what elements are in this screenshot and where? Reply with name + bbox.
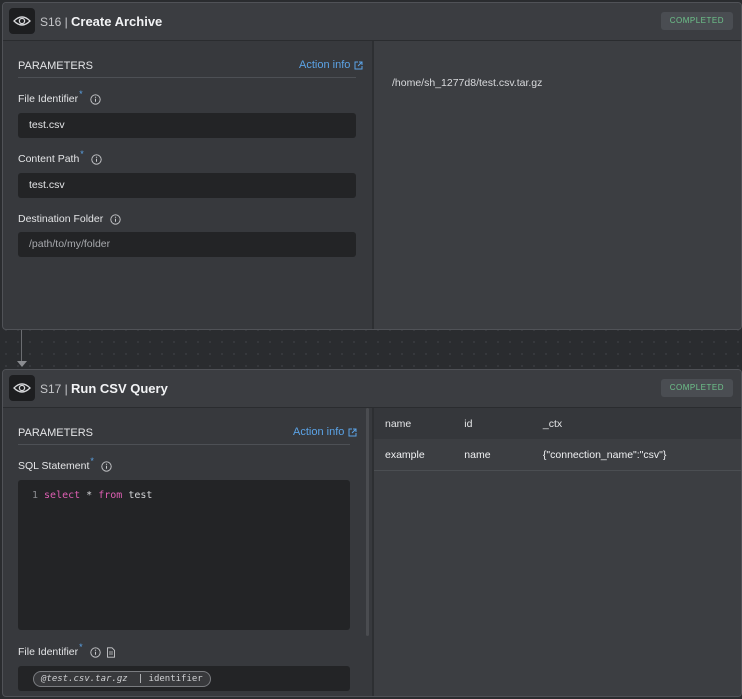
step-id: S16 | <box>40 15 68 29</box>
parameters-pane: PARAMETERS Action info File Identifier * … <box>3 41 371 329</box>
table-row[interactable]: example name {"connection_name":"csv"} <box>374 439 741 471</box>
external-link-icon <box>348 428 357 436</box>
content-path-input[interactable]: test.csv <box>18 173 356 198</box>
sql-editor[interactable]: 1 select * from test <box>18 480 350 630</box>
table-header-row: name id _ctx <box>374 408 741 439</box>
column-header[interactable]: id <box>453 408 532 439</box>
field-label-text: Content Path <box>18 153 80 165</box>
field-label-text: File Identifier <box>18 646 79 658</box>
parameters-heading: PARAMETERS <box>18 60 93 72</box>
step-card-create-archive: S16 | Create Archive COMPLETED PARAMETER… <box>2 2 742 330</box>
table-cell: example <box>374 439 454 471</box>
parameters-pane: PARAMETERS Action info SQL Statement * 1s… <box>3 408 371 696</box>
field-label-file-identifier: File Identifier * <box>18 89 101 105</box>
output-path: /home/sh_1277d8/test.csv.tar.gz <box>392 77 543 89</box>
column-header[interactable]: name <box>374 408 454 439</box>
required-marker: * <box>90 456 94 466</box>
column-header[interactable]: _ctx <box>531 408 741 439</box>
field-label-sql-statement: SQL Statement * <box>18 456 112 472</box>
field-label-content-path: Content Path * <box>18 149 102 165</box>
sql-keyword: from <box>98 490 123 501</box>
field-label-text: Destination Folder <box>18 213 104 225</box>
required-marker: * <box>80 149 84 159</box>
action-info-label: Action info <box>299 59 351 71</box>
file-identifier-input[interactable]: @test.csv.tar.gz | identifier <box>18 666 350 691</box>
info-icon[interactable] <box>89 646 101 658</box>
variable-pill[interactable]: @test.csv.tar.gz | identifier <box>33 671 211 687</box>
divider <box>18 444 350 445</box>
step-card-run-csv-query: S17 | Run CSV Query COMPLETED PARAMETERS… <box>2 369 742 697</box>
table-cell: {"connection_name":"csv"} <box>531 439 741 471</box>
info-icon[interactable] <box>101 460 112 472</box>
results-table: name id _ctx example name {"connection_n… <box>374 408 741 471</box>
line-number: 1 <box>32 490 39 501</box>
action-info-label: Action info <box>293 426 345 438</box>
pill-filter: | identifier <box>137 674 203 684</box>
parameters-heading: PARAMETERS <box>18 427 93 439</box>
eye-icon[interactable] <box>9 375 35 401</box>
action-info-link[interactable]: Action info <box>293 426 357 438</box>
scrollbar[interactable] <box>366 408 369 636</box>
info-icon[interactable] <box>91 153 102 165</box>
status-badge: COMPLETED <box>660 379 733 397</box>
arrow-down-icon <box>17 361 27 367</box>
divider <box>18 77 356 78</box>
step-title: Run CSV Query <box>71 381 168 396</box>
field-label-file-identifier: File Identifier * <box>18 642 116 658</box>
info-icon[interactable] <box>89 93 101 105</box>
step-connector <box>21 330 22 362</box>
table-cell: name <box>453 439 532 471</box>
output-pane: /home/sh_1277d8/test.csv.tar.gz <box>372 41 741 329</box>
code-line: 1 select * from test <box>32 490 152 501</box>
document-icon[interactable] <box>106 646 116 658</box>
destination-folder-input[interactable]: /path/to/my/folder <box>18 232 356 257</box>
field-label-text: SQL Statement <box>18 460 90 472</box>
step-title: Create Archive <box>71 14 163 29</box>
field-label-text: File Identifier <box>18 93 79 105</box>
sql-keyword: select <box>44 490 81 501</box>
required-marker: * <box>79 89 83 99</box>
results-pane: name id _ctx example name {"connection_n… <box>372 408 741 696</box>
sql-text: * <box>80 490 99 501</box>
action-info-link[interactable]: Action info <box>299 59 363 71</box>
status-badge: COMPLETED <box>660 12 733 30</box>
sql-text: test <box>122 490 153 501</box>
step-id: S17 | <box>40 382 68 396</box>
pill-variable: @test.csv.tar.gz <box>41 674 128 684</box>
info-icon[interactable] <box>110 213 121 225</box>
step-header[interactable]: S17 | Run CSV Query COMPLETED <box>3 370 741 408</box>
eye-icon[interactable] <box>9 8 35 34</box>
field-label-destination-folder: Destination Folder <box>18 213 121 225</box>
external-link-icon <box>354 61 363 69</box>
step-header[interactable]: S16 | Create Archive COMPLETED <box>3 3 741 41</box>
file-identifier-input[interactable]: test.csv <box>18 113 356 138</box>
required-marker: * <box>79 642 83 652</box>
